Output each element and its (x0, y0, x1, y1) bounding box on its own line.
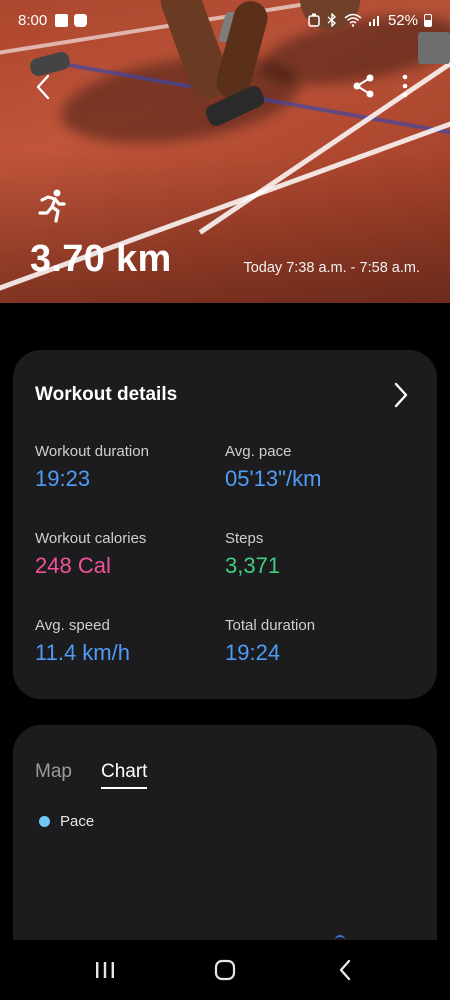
system-navigation-bar (0, 940, 450, 1000)
status-bar: 8:00 52% (0, 0, 450, 40)
legend-label: Pace (60, 813, 95, 830)
tab-map[interactable]: Map (35, 761, 72, 783)
metric-value-calories: 248 Cal (35, 553, 111, 578)
back-button[interactable] (28, 72, 58, 102)
recent-apps-button[interactable] (85, 950, 125, 990)
check-notification-icon (55, 13, 69, 27)
back-icon (339, 959, 351, 981)
more-options-button[interactable] (393, 72, 417, 100)
metric-label: Steps (225, 530, 264, 547)
metric-value-total-duration: 19:24 (225, 640, 281, 665)
metric-label: Avg. speed (35, 617, 110, 634)
workout-time-range: Today 7:38 a.m. - 7:58 a.m. (243, 260, 420, 276)
metric-label: Avg. pace (225, 443, 292, 460)
home-button[interactable] (205, 950, 245, 990)
chart-legend: Pace (39, 813, 94, 830)
metric-label: Workout duration (35, 443, 149, 460)
running-icon (38, 189, 66, 223)
metric-value-avg-pace: 05'13"/km (225, 466, 322, 491)
share-icon (353, 74, 374, 98)
distance-value: 3.70 km (30, 238, 172, 280)
tab-chart-label: Chart (101, 761, 148, 782)
metric-label: Workout calories (35, 530, 147, 547)
battery-percent: 52% (387, 11, 418, 29)
tab-chart[interactable]: Chart (101, 761, 148, 789)
metric-value-steps: 3,371 (225, 553, 281, 578)
status-time: 8:00 (18, 11, 48, 29)
signal-icon (368, 16, 379, 26)
chevron-right-icon[interactable] (389, 380, 413, 410)
share-button[interactable] (350, 72, 378, 100)
metric-value-avg-speed: 11.4 km/h (35, 640, 130, 665)
tab-selected-indicator (101, 787, 148, 789)
recent-apps-icon (96, 962, 114, 978)
back-arrow-icon (36, 74, 50, 100)
status-icons: 52% (308, 12, 432, 29)
system-back-button[interactable] (325, 950, 365, 990)
more-options-icon (402, 74, 408, 98)
metric-label: Total duration (225, 617, 316, 634)
bluetooth-icon (327, 13, 336, 27)
workout-details-title: Workout details (35, 384, 178, 405)
metric-value-workout-duration: 19:23 (35, 466, 91, 491)
battery-icon (424, 13, 432, 27)
wifi-icon (344, 13, 362, 27)
home-icon (214, 959, 236, 981)
legend-dot (39, 816, 50, 827)
workout-details-card[interactable]: Workout details Workout duration 19:23 A… (13, 350, 437, 699)
shopping-bag-notification-icon (74, 13, 88, 27)
lock-battery-icon (308, 13, 320, 27)
